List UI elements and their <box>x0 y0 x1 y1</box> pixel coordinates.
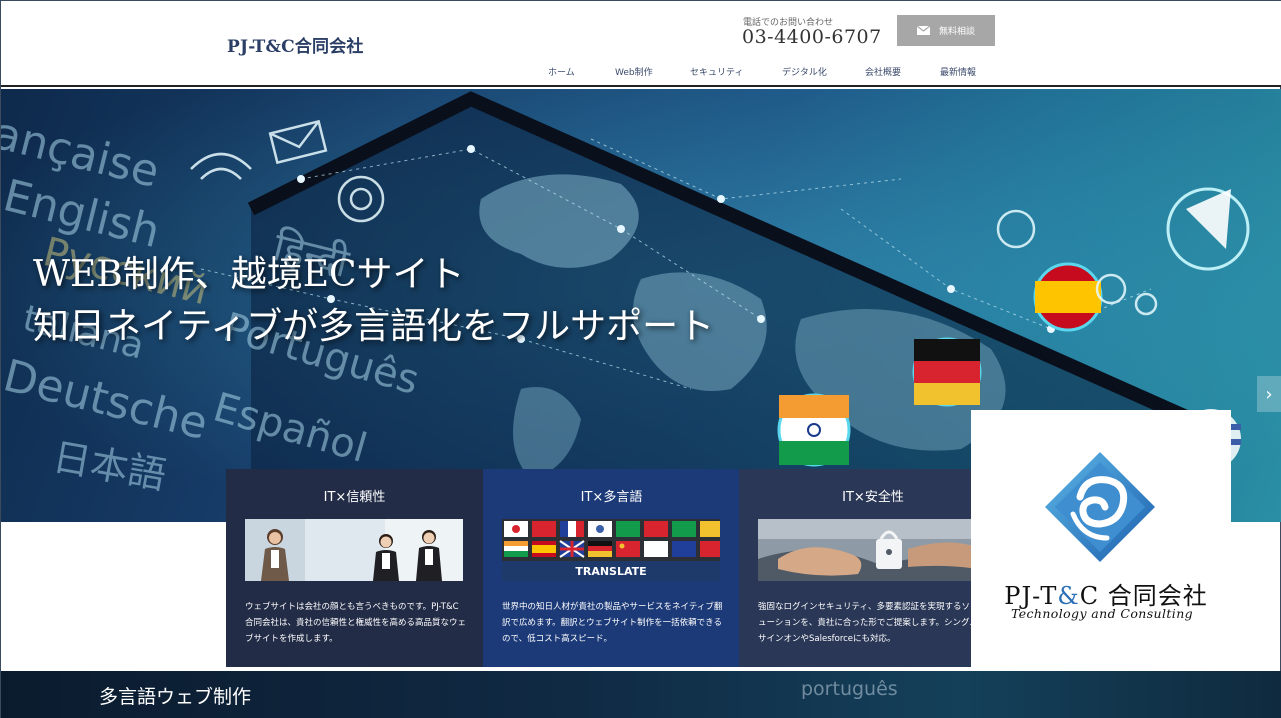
card-it-multilingual[interactable]: IT×多言語 TRANSLATE 世界中の知日人材が貴社の製品やサービスをネイテ… <box>483 469 740 667</box>
multilingual-web-section-banner: 多言語ウェブ制作 português <box>1 671 1281 718</box>
card-title: IT×安全性 <box>842 490 904 505</box>
site-logo[interactable]: PJ-T&C合同会社 <box>227 32 364 57</box>
company-logo-icon <box>1045 452 1155 562</box>
hero-title: WEB制作、越境ECサイト 知日ネイティブが多言語化をフルサポート <box>33 249 714 353</box>
main-nav: ホーム Web制作 セキュリティ デジタル化 会社概要 最新情報 <box>1 65 1281 79</box>
card-description: ウェブサイトは会社の顔とも言うべきものです。PJ-T&C合同会社は、貴社の信頼性… <box>245 602 467 644</box>
section-title: 多言語ウェブ制作 <box>99 686 252 708</box>
site-header: PJ-T&C合同会社 電話でのお問い合わせ 03-4400-6707 無料相談 … <box>1 1 1281 87</box>
security-laptop-image <box>758 519 971 581</box>
nav-digitalization[interactable]: デジタル化 <box>782 65 827 78</box>
card-title: IT×多言語 <box>580 490 643 505</box>
free-consultation-label: 無料相談 <box>938 27 975 37</box>
card-it-reliability[interactable]: IT×信頼性 ウェブサイトは会社の顔とも言うべきものです。PJ-T&C合同会社は… <box>226 469 483 667</box>
nav-company-profile[interactable]: 会社概要 <box>865 65 901 78</box>
phone-number[interactable]: 03-4400-6707 <box>742 26 882 48</box>
hero-title-line-2: 知日ネイティブが多言語化をフルサポート <box>33 306 715 347</box>
nav-home[interactable]: ホーム <box>548 65 575 78</box>
free-consultation-button[interactable]: 無料相談 <box>897 15 995 46</box>
business-women-image <box>245 519 463 581</box>
slider-next-arrow[interactable]: › <box>1257 376 1281 412</box>
section-background-word: português <box>801 678 898 700</box>
card-description: 世界中の知日人材が貴社の製品やサービスをネイティブ翻訳で広めます。翻訳とウェブサ… <box>502 602 723 644</box>
hero-title-line-1: WEB制作、越境ECサイト <box>33 254 465 295</box>
nav-latest-news[interactable]: 最新情報 <box>940 65 976 78</box>
nav-security[interactable]: セキュリティ <box>690 65 743 78</box>
card-description: 強固なログインセキュリティ、多要素認証を実現するソリューションを、貴社に合った形… <box>758 602 971 644</box>
card-title: IT×信頼性 <box>323 490 386 505</box>
mail-icon <box>916 26 930 35</box>
company-logo-box: PJ-T&C 合同会社 Technology and Consulting <box>971 410 1231 671</box>
nav-web-production[interactable]: Web制作 <box>615 65 653 78</box>
card-it-security[interactable]: IT×安全性 強固なログインセキュリティ、多要素認証を実現するソリューションを、… <box>739 469 971 667</box>
translate-caption: TRANSLATE <box>575 565 646 578</box>
flags-translate-image: TRANSLATE <box>502 519 720 581</box>
company-logo-subtitle: Technology and Consulting <box>1010 606 1194 621</box>
